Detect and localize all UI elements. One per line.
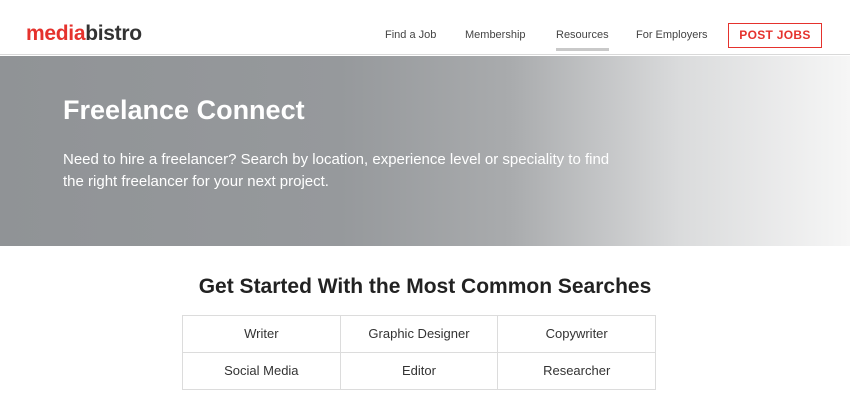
- search-link-writer[interactable]: Writer: [183, 316, 341, 353]
- common-searches-title: Get Started With the Most Common Searche…: [198, 275, 652, 298]
- logo-media-text: media: [26, 22, 86, 45]
- mediabistro-logo[interactable]: mediabistro: [26, 22, 142, 46]
- search-row: Social Media Editor Researcher: [183, 353, 657, 390]
- nav-for-employers[interactable]: For Employers: [636, 29, 708, 41]
- nav-find-a-job[interactable]: Find a Job: [385, 29, 436, 41]
- logo-bistro-text: bistro: [85, 22, 142, 45]
- hero-description: Need to hire a freelancer? Search by loc…: [63, 151, 610, 190]
- search-link-researcher[interactable]: Researcher: [498, 353, 657, 390]
- search-link-social-media[interactable]: Social Media: [183, 353, 341, 390]
- nav-resources[interactable]: Resources: [556, 29, 609, 51]
- search-link-graphic-designer[interactable]: Graphic Designer: [340, 316, 499, 353]
- search-row: Writer Graphic Designer Copywriter: [183, 316, 657, 353]
- nav-membership[interactable]: Membership: [465, 29, 526, 41]
- post-jobs-button[interactable]: POST JOBS: [728, 23, 822, 48]
- common-searches-grid: Writer Graphic Designer Copywriter Socia…: [182, 315, 657, 390]
- hero-title: Freelance Connect: [63, 95, 305, 125]
- search-link-copywriter[interactable]: Copywriter: [498, 316, 657, 353]
- site-header: mediabistro Find a Job Membership Resour…: [0, 0, 850, 55]
- search-link-editor[interactable]: Editor: [340, 353, 499, 390]
- hero-banner: Freelance Connect Need to hire a freelan…: [0, 56, 850, 246]
